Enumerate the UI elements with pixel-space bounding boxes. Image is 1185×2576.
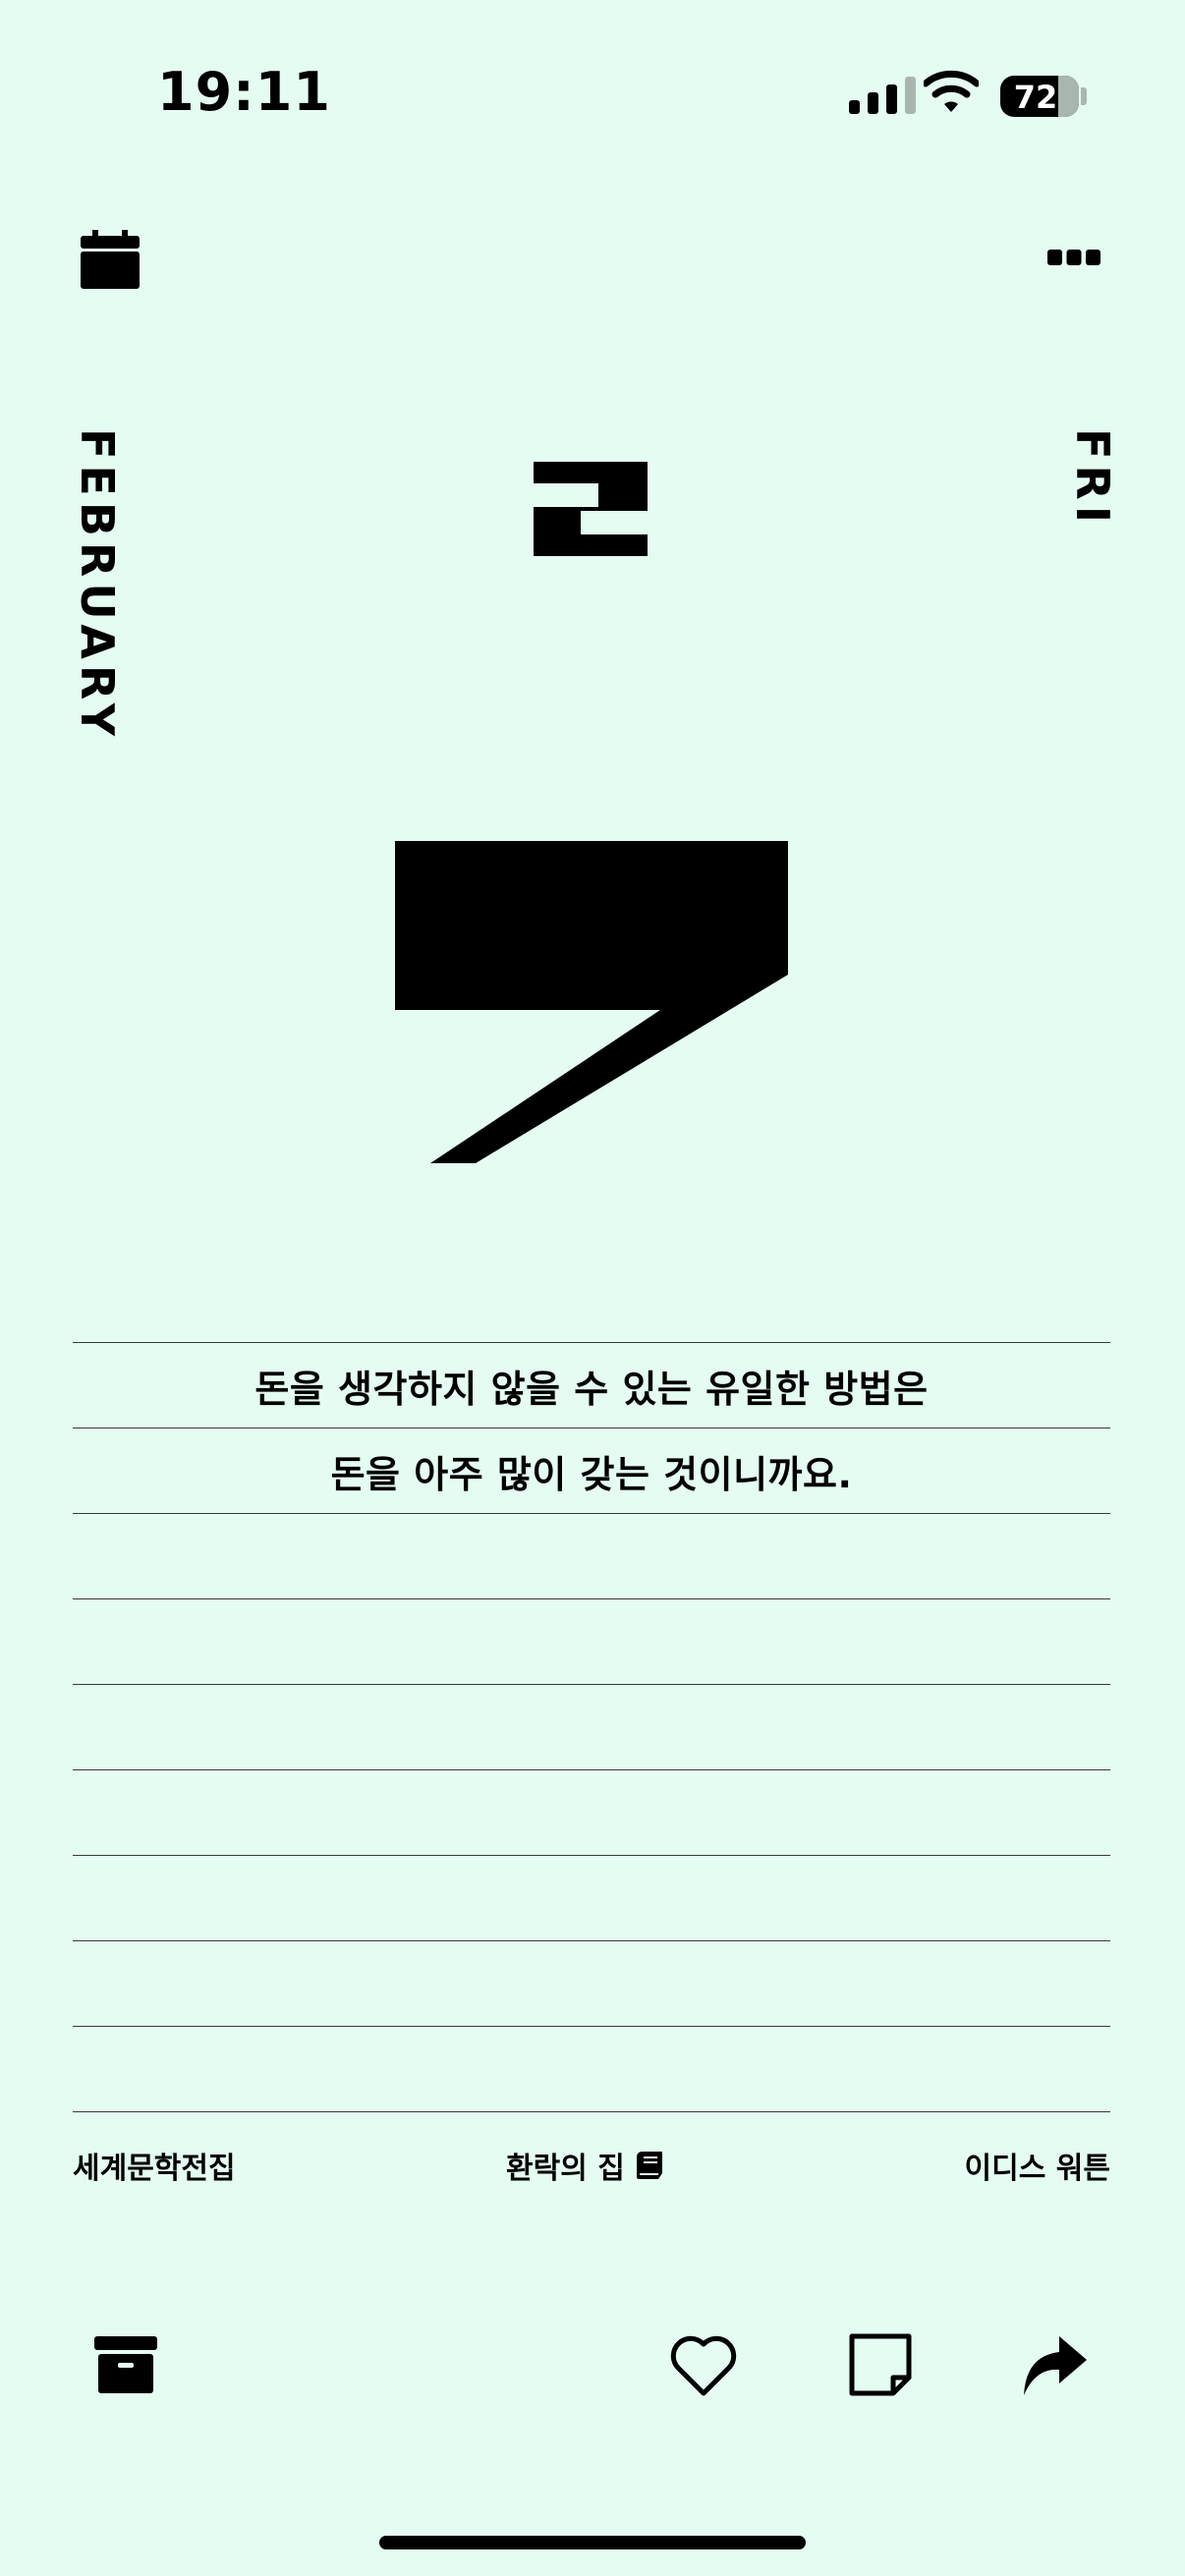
share-arrow-icon[interactable] [1018,2330,1089,2401]
wifi-icon [924,70,979,112]
home-indicator[interactable] [379,2536,806,2549]
quote-line [73,2026,1110,2111]
cellular-signal-icon [849,77,916,114]
quote-text-line: 돈을 아주 많이 갖는 것이니까요. [330,1452,853,1496]
weekday-label: FRI [1066,428,1119,529]
quote-line [73,1598,1110,1684]
quote-line [73,1684,1110,1769]
quote-line [73,1940,1110,2026]
book-series: 세계문학전집 [73,2152,236,2186]
quote-line: 돈을 아주 많이 갖는 것이니까요. [73,1428,1110,1513]
battery-icon: 72 [1000,76,1079,117]
more-icon[interactable] [1047,250,1100,265]
day-digit-7 [395,841,788,1163]
quote-line [73,1769,1110,1855]
quote-line: 돈을 생각하지 않을 수 있는 유일한 방법은 [73,1342,1110,1428]
month-label: FEBRUARY [71,428,124,743]
archive-box-icon[interactable] [90,2330,161,2401]
quote-bottom-rule [73,2111,1110,2112]
book-author: 이디스 워튼 [964,2152,1110,2186]
battery-cap [1081,87,1087,105]
book-icon [636,2152,662,2179]
battery-level: 72 [1013,79,1058,116]
status-time: 19:11 [157,61,331,123]
note-icon[interactable] [846,2330,917,2401]
quote-text-line: 돈을 생각하지 않을 수 있는 유일한 방법은 [254,1367,929,1411]
quote-line [73,1855,1110,1940]
quote-line [73,1513,1110,1598]
calendar-icon[interactable] [81,230,140,289]
heart-icon[interactable] [668,2330,739,2401]
quote-lines: 돈을 생각하지 않을 수 있는 유일한 방법은 돈을 아주 많이 갖는 것이니까… [73,1342,1110,2112]
day-digit-2 [534,462,648,556]
book-title: 환락의 집 [506,2152,625,2186]
book-title-link[interactable]: 환락의 집 [506,2144,662,2187]
